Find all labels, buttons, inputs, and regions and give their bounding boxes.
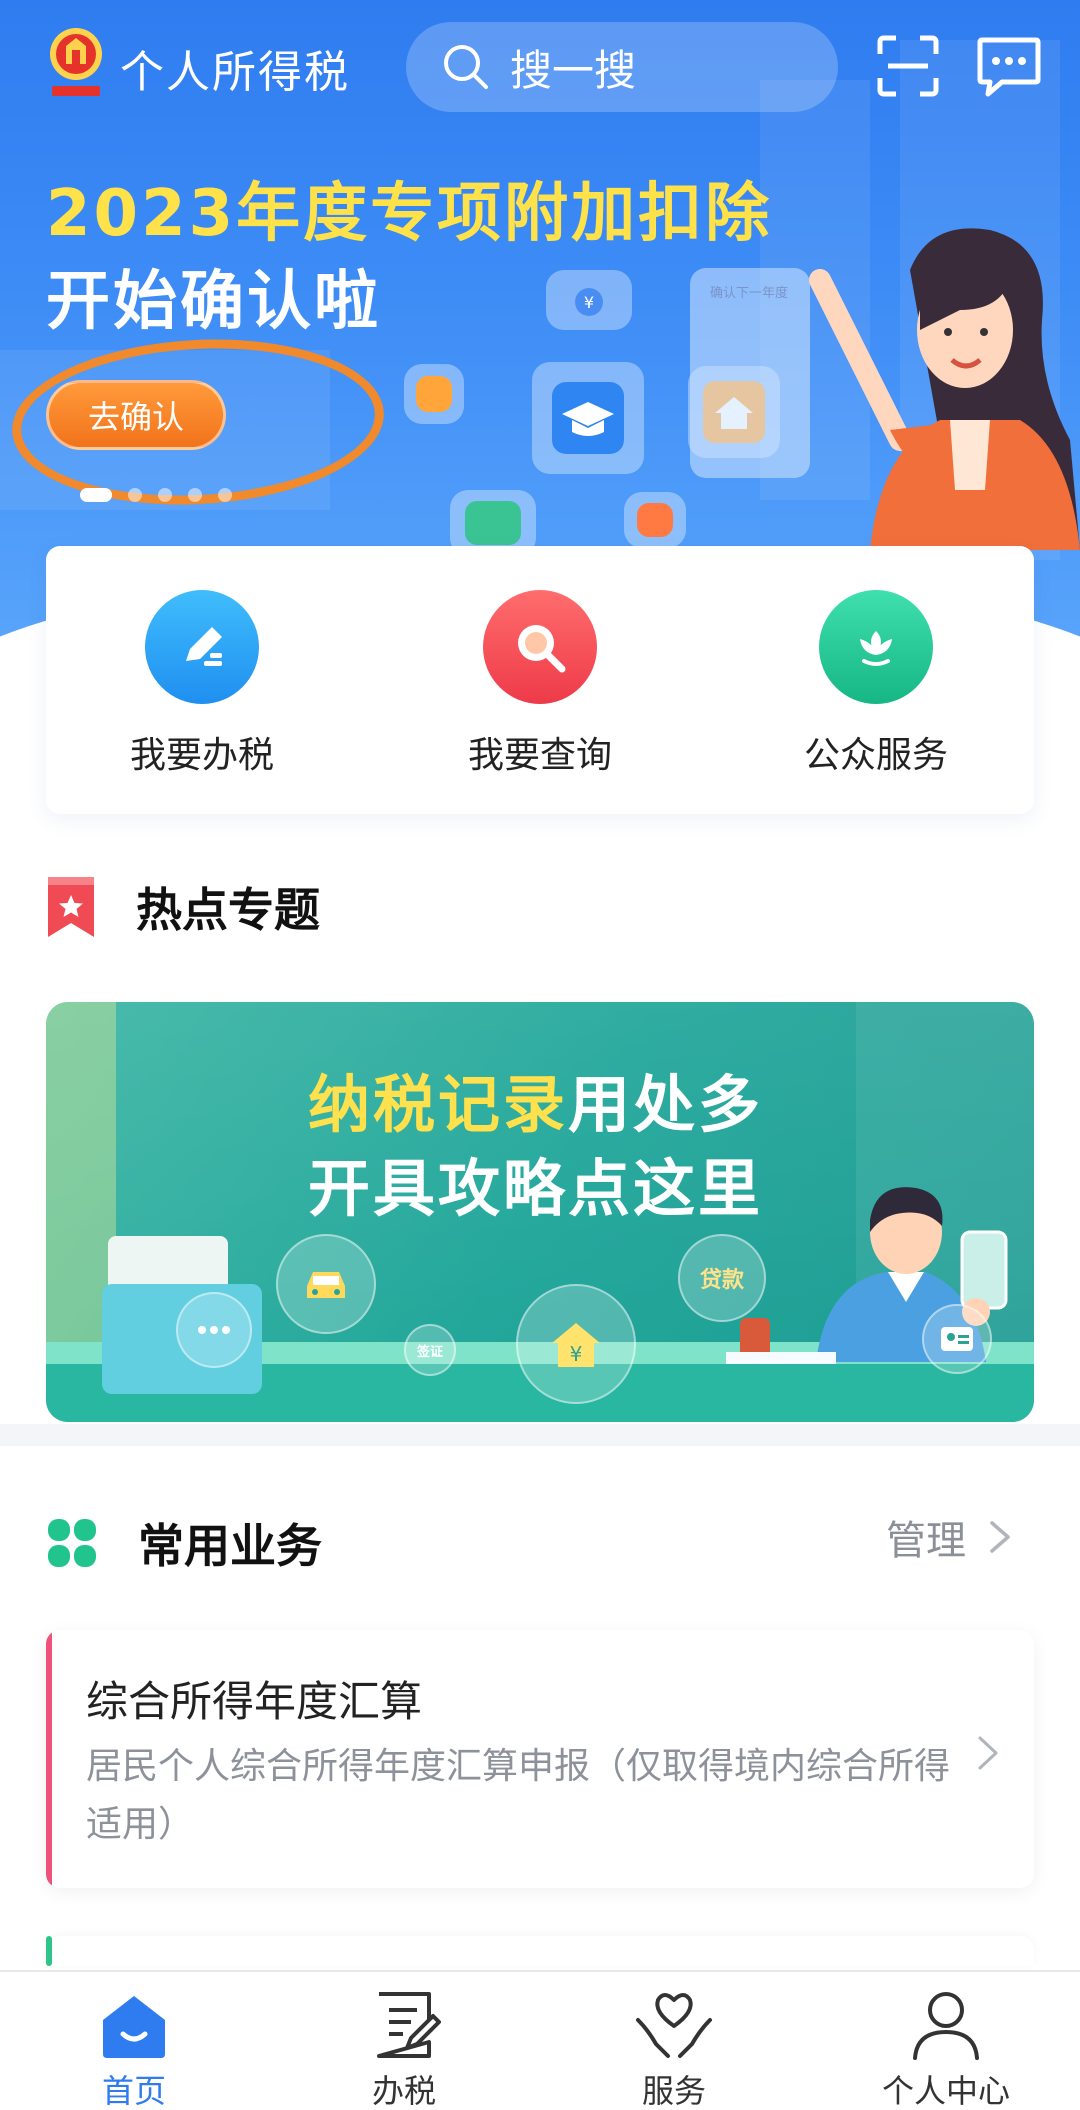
heart-hands-icon bbox=[636, 1993, 712, 2058]
chat-bubble-icon bbox=[176, 1292, 252, 1368]
visa-bubble: 签证 bbox=[404, 1324, 456, 1376]
pen-edit-icon bbox=[145, 590, 259, 704]
four-petal-grid-icon bbox=[48, 1519, 96, 1567]
quick-action-do-tax[interactable]: 我要办税 bbox=[92, 590, 312, 778]
card-description: 居民个人综合所得年度汇算申报（仅取得境内综合所得适用） bbox=[86, 1746, 951, 1845]
quick-action-label: 公众服务 bbox=[803, 735, 948, 776]
id-card-bubble-icon bbox=[922, 1304, 992, 1374]
top-bar: 个人所得税 搜一搜 bbox=[0, 0, 1080, 130]
car-bubble-icon bbox=[276, 1234, 376, 1334]
annual-settlement-card[interactable]: 综合所得年度汇算 居民个人综合所得年度汇算申报（仅取得境内综合所得适用） bbox=[46, 1630, 1034, 1888]
manage-link[interactable]: 管理 bbox=[886, 1508, 1014, 1566]
card-accent-bar bbox=[46, 1936, 52, 1966]
money-bag-tile: ¥ bbox=[546, 270, 632, 330]
loan-bubble: 贷款 bbox=[678, 1234, 766, 1322]
common-business-header: 常用业务 bbox=[46, 1510, 322, 1576]
search-placeholder: 搜一搜 bbox=[510, 45, 637, 95]
chevron-right-icon bbox=[990, 1521, 1010, 1553]
carousel-dot bbox=[218, 488, 232, 502]
document-pen-icon bbox=[377, 1992, 441, 2058]
tab-label: 首页 bbox=[101, 2072, 166, 2110]
carousel-dot-active bbox=[80, 488, 112, 502]
card-accent-bar bbox=[46, 1630, 52, 1888]
quick-action-label: 我要办税 bbox=[129, 735, 274, 776]
tab-personal-center[interactable]: 个人中心 bbox=[846, 1990, 1046, 2110]
loan-label: 贷款 bbox=[699, 1268, 744, 1293]
graduation-cap-tile bbox=[532, 362, 644, 474]
house-yuan-bubble-icon: ¥ bbox=[516, 1284, 636, 1404]
hot-topics-header: 热点专题 bbox=[46, 874, 320, 940]
scan-icon[interactable] bbox=[876, 34, 940, 98]
next-business-card[interactable] bbox=[46, 1936, 1034, 1966]
banner-highlight: 专项附加扣除 bbox=[370, 177, 773, 251]
search-icon bbox=[444, 45, 488, 89]
lotus-icon bbox=[819, 590, 933, 704]
message-icon[interactable] bbox=[976, 34, 1042, 98]
tax-emblem-logo bbox=[50, 28, 102, 96]
banner-headline-2: 开始确认啦 bbox=[46, 265, 381, 339]
tab-tax[interactable]: 办税 bbox=[304, 1990, 504, 2110]
topic-headline-2: 开具攻略点这里 bbox=[308, 1152, 764, 1225]
document-illustration bbox=[726, 1352, 836, 1364]
manage-label: 管理 bbox=[886, 1518, 966, 1564]
section-title: 热点专题 bbox=[136, 883, 320, 937]
tab-label: 服务 bbox=[641, 2072, 706, 2110]
person-tile bbox=[624, 492, 686, 548]
quick-action-query[interactable]: 我要查询 bbox=[430, 590, 650, 778]
topic-rest: 用处多 bbox=[568, 1068, 764, 1141]
app-title: 个人所得税 bbox=[120, 47, 350, 98]
person-icon bbox=[913, 1992, 979, 2060]
section-divider bbox=[0, 1424, 1080, 1446]
section-title: 常用业务 bbox=[138, 1519, 322, 1573]
svg-text:¥: ¥ bbox=[570, 1342, 583, 1366]
quick-action-label: 我要查询 bbox=[467, 735, 612, 776]
tab-label: 办税 bbox=[371, 2072, 436, 2110]
banner-headline-1: 2023年度专项附加扣除 bbox=[46, 162, 772, 254]
topic-headline-1: 纳税记录用处多 bbox=[308, 1054, 763, 1144]
magnifier-icon bbox=[483, 590, 597, 704]
banner-year: 2023年度 bbox=[46, 177, 371, 251]
visa-label: 签证 bbox=[416, 1344, 443, 1360]
topic-highlight: 纳税记录 bbox=[308, 1068, 569, 1141]
tab-home[interactable]: 首页 bbox=[34, 1990, 234, 2110]
woman-illustration bbox=[809, 228, 1080, 550]
tab-service[interactable]: 服务 bbox=[574, 1990, 774, 2110]
card-title: 综合所得年度汇算 bbox=[86, 1677, 423, 1726]
carousel-indicator bbox=[80, 488, 232, 502]
tab-label: 个人中心 bbox=[881, 2072, 1010, 2110]
bottom-tab-bar: 首页 办税 服务 个人中心 bbox=[0, 1970, 1080, 2110]
tax-record-banner[interactable]: 纳税记录用处多 开具攻略点这里 签证 ¥ 贷款 bbox=[46, 1002, 1034, 1422]
svg-text:¥: ¥ bbox=[584, 293, 594, 312]
hero-banner[interactable]: ¥ 确认下一年度 个人所得税 搜一搜 2023年度专项附加扣除 开始确认啦 去确… bbox=[0, 0, 1080, 640]
bookmark-star-icon bbox=[48, 877, 94, 937]
carousel-dot bbox=[158, 488, 172, 502]
search-bar[interactable]: 搜一搜 bbox=[406, 22, 838, 112]
tile-small bbox=[404, 364, 464, 424]
quick-action-public-service[interactable]: 公众服务 bbox=[766, 590, 986, 778]
carousel-dot bbox=[188, 488, 202, 502]
chevron-right-icon bbox=[978, 1736, 998, 1770]
carousel-dot bbox=[128, 488, 142, 502]
home-icon bbox=[103, 1996, 165, 2058]
quick-actions-card: 我要办税 我要查询 公众服务 bbox=[46, 546, 1034, 814]
